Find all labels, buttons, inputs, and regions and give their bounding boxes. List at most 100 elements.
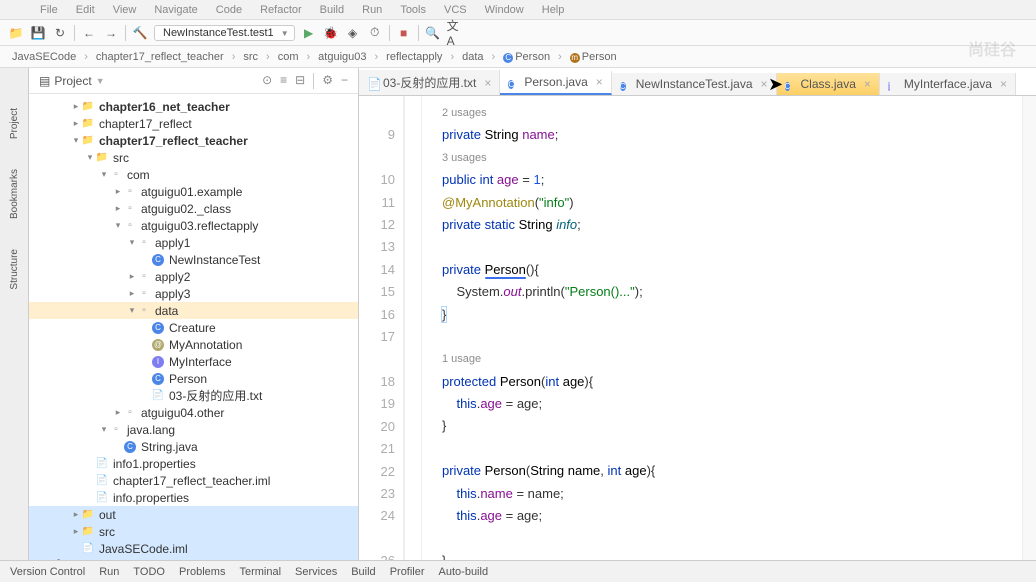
close-icon[interactable]: × <box>1000 77 1007 91</box>
menu-refactor[interactable]: Refactor <box>260 4 302 16</box>
expand-icon[interactable]: ≡ <box>280 73 287 89</box>
menu-help[interactable]: Help <box>542 4 565 16</box>
tree-item[interactable]: CPerson <box>29 370 358 387</box>
status-version-control[interactable]: Version Control <box>10 566 85 578</box>
status-problems[interactable]: Problems <box>179 566 225 578</box>
tree-item[interactable]: ▸▫apply3 <box>29 285 358 302</box>
tree-item[interactable]: ▸📁chapter17_reflect <box>29 115 358 132</box>
search-icon[interactable]: 🔍 <box>425 25 441 41</box>
menu-navigate[interactable]: Navigate <box>154 4 197 16</box>
project-panel: ▤ Project ▼ ⊙ ≡ ⊟ ⚙ − ▸📁chapter16_net_te… <box>29 68 359 560</box>
coverage-icon[interactable]: ◈ <box>345 25 361 41</box>
project-title: Project <box>54 74 91 88</box>
tree-item[interactable]: ▾▫atguigu03.reflectapply <box>29 217 358 234</box>
menu-vcs[interactable]: VCS <box>444 4 467 16</box>
tree-item[interactable]: IMyInterface <box>29 353 358 370</box>
status-build[interactable]: Build <box>351 566 375 578</box>
crumb-JavaSECode[interactable]: JavaSECode <box>12 51 76 63</box>
status-profiler[interactable]: Profiler <box>390 566 425 578</box>
tree-item[interactable]: ▸📚External Libraries <box>29 557 358 560</box>
tree-item[interactable]: ▸▫atguigu02._class <box>29 200 358 217</box>
tree-item[interactable]: ▾📁src <box>29 149 358 166</box>
locate-icon[interactable]: ⊙ <box>262 73 272 89</box>
tree-item[interactable]: ▾▫data <box>29 302 358 319</box>
tree-item[interactable]: ▸📁src <box>29 523 358 540</box>
editor-tab[interactable]: CClass.java× <box>777 73 880 95</box>
status-auto-build[interactable]: Auto-build <box>439 566 489 578</box>
tree-item[interactable]: ▸▫apply2 <box>29 268 358 285</box>
tree-item[interactable]: ▸▫atguigu04.other <box>29 404 358 421</box>
hide-icon[interactable]: − <box>341 73 348 89</box>
project-tree[interactable]: ▸📁chapter16_net_teacher▸📁chapter17_refle… <box>29 94 358 560</box>
scroll-preview[interactable] <box>1022 96 1036 560</box>
tree-item[interactable]: 📄info.properties <box>29 489 358 506</box>
menu-run[interactable]: Run <box>362 4 382 16</box>
open-icon[interactable]: 📁 <box>8 25 24 41</box>
editor-tab[interactable]: 📄03-反射的应用.txt× <box>359 70 500 95</box>
tree-item[interactable]: CCreature <box>29 319 358 336</box>
code[interactable]: 2 usagesprivate String name;3 usagespubl… <box>422 96 1022 560</box>
editor-tabs: 📄03-反射的应用.txt×CPerson.java×CNewInstanceT… <box>359 68 1036 96</box>
crumb-atguigu03[interactable]: atguigu03 <box>318 51 366 63</box>
tree-item[interactable]: 📄info1.properties <box>29 455 358 472</box>
tree-item[interactable]: 📄chapter17_reflect_teacher.iml <box>29 472 358 489</box>
tree-item[interactable]: @MyAnnotation <box>29 336 358 353</box>
gutter-markers <box>404 96 422 560</box>
tree-item[interactable]: 📄JavaSECode.iml <box>29 540 358 557</box>
menu-file[interactable]: File <box>40 4 58 16</box>
debug-icon[interactable]: 🐞 <box>323 25 339 41</box>
project-tool-tab[interactable]: Project <box>9 108 20 139</box>
tree-item[interactable]: CString.java <box>29 438 358 455</box>
menu-view[interactable]: View <box>113 4 137 16</box>
crumb-reflectapply[interactable]: reflectapply <box>386 51 442 63</box>
build-icon[interactable]: 🔨 <box>132 25 148 41</box>
back-icon[interactable]: ← <box>81 25 97 41</box>
crumb-method[interactable]: mPerson <box>570 51 617 63</box>
tree-item[interactable]: ▾▫java.lang <box>29 421 358 438</box>
save-icon[interactable]: 💾 <box>30 25 46 41</box>
tree-item[interactable]: ▸📁chapter16_net_teacher <box>29 98 358 115</box>
status-terminal[interactable]: Terminal <box>239 566 281 578</box>
editor-tab[interactable]: CPerson.java× <box>500 71 611 95</box>
crumb-com[interactable]: com <box>278 51 299 63</box>
crumb-data[interactable]: data <box>462 51 483 63</box>
settings-icon[interactable]: ⚙ <box>322 73 333 89</box>
editor-tab[interactable]: IMyInterface.java× <box>880 73 1016 95</box>
translate-icon[interactable]: 文A <box>447 25 463 41</box>
tree-item[interactable]: 📄03-反射的应用.txt <box>29 387 358 404</box>
tree-item[interactable]: ▾▫apply1 <box>29 234 358 251</box>
menu-tools[interactable]: Tools <box>400 4 426 16</box>
editor: 📄03-反射的应用.txt×CPerson.java×CNewInstanceT… <box>359 68 1036 560</box>
sync-icon[interactable]: ↻ <box>52 25 68 41</box>
project-header: ▤ Project ▼ ⊙ ≡ ⊟ ⚙ − <box>29 68 358 94</box>
status-services[interactable]: Services <box>295 566 337 578</box>
editor-tab[interactable]: CNewInstanceTest.java× <box>612 73 777 95</box>
tree-item[interactable]: ▾📁chapter17_reflect_teacher <box>29 132 358 149</box>
menu-build[interactable]: Build <box>320 4 344 16</box>
run-config-dropdown[interactable]: NewInstanceTest.test1 <box>154 25 295 41</box>
run-icon[interactable]: ▶ <box>301 25 317 41</box>
menu-window[interactable]: Window <box>485 4 524 16</box>
bookmarks-tool-tab[interactable]: Bookmarks <box>9 169 20 219</box>
crumb-class[interactable]: CPerson <box>503 51 550 63</box>
profile-icon[interactable]: ⏱ <box>367 25 383 41</box>
close-icon[interactable]: × <box>761 77 768 91</box>
tree-item[interactable]: ▸▫atguigu01.example <box>29 183 358 200</box>
close-icon[interactable]: × <box>596 75 603 89</box>
tree-item[interactable]: CNewInstanceTest <box>29 251 358 268</box>
close-icon[interactable]: × <box>484 76 491 90</box>
crumb-chapter17_reflect_teacher[interactable]: chapter17_reflect_teacher <box>96 51 224 63</box>
status-run[interactable]: Run <box>99 566 119 578</box>
close-icon[interactable]: × <box>864 77 871 91</box>
tree-item[interactable]: ▾▫com <box>29 166 358 183</box>
menu-edit[interactable]: Edit <box>76 4 95 16</box>
menu-code[interactable]: Code <box>216 4 242 16</box>
tree-item[interactable]: ▸📁out <box>29 506 358 523</box>
crumb-src[interactable]: src <box>243 51 258 63</box>
fwd-icon[interactable]: → <box>103 25 119 41</box>
structure-tool-tab[interactable]: Structure <box>9 249 20 290</box>
project-icon: ▤ <box>39 74 50 88</box>
collapse-icon[interactable]: ⊟ <box>295 73 305 89</box>
stop-icon[interactable]: ■ <box>396 25 412 41</box>
status-todo[interactable]: TODO <box>133 566 165 578</box>
